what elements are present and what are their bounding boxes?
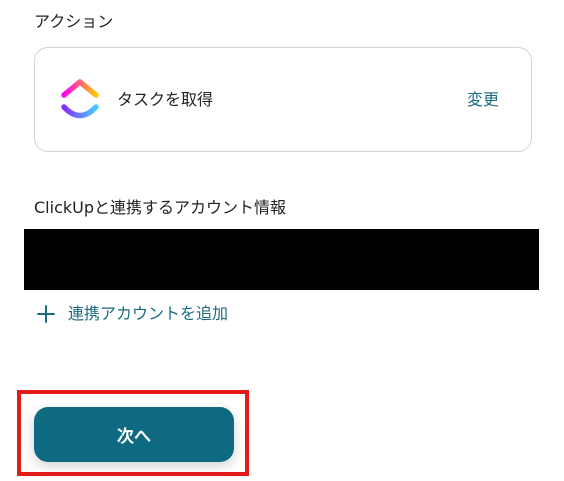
- change-action-link[interactable]: 変更: [467, 89, 499, 111]
- redacted-account-info: [24, 229, 539, 290]
- add-account-label: 連携アカウントを追加: [68, 304, 229, 323]
- add-account-link[interactable]: 連携アカウントを追加: [36, 302, 228, 326]
- action-card: タスクを取得 変更: [34, 47, 532, 152]
- page: アクション タスクを取得 変更 ClickUpと連携するアカウント情報 連携アカ…: [0, 0, 564, 481]
- plus-icon: [36, 304, 56, 324]
- action-section-title: アクション: [34, 12, 114, 31]
- clickup-logo-icon: [61, 79, 99, 119]
- account-section-title: ClickUpと連携するアカウント情報: [34, 198, 286, 217]
- next-button[interactable]: 次へ: [34, 407, 234, 462]
- action-name: タスクを取得: [117, 90, 214, 109]
